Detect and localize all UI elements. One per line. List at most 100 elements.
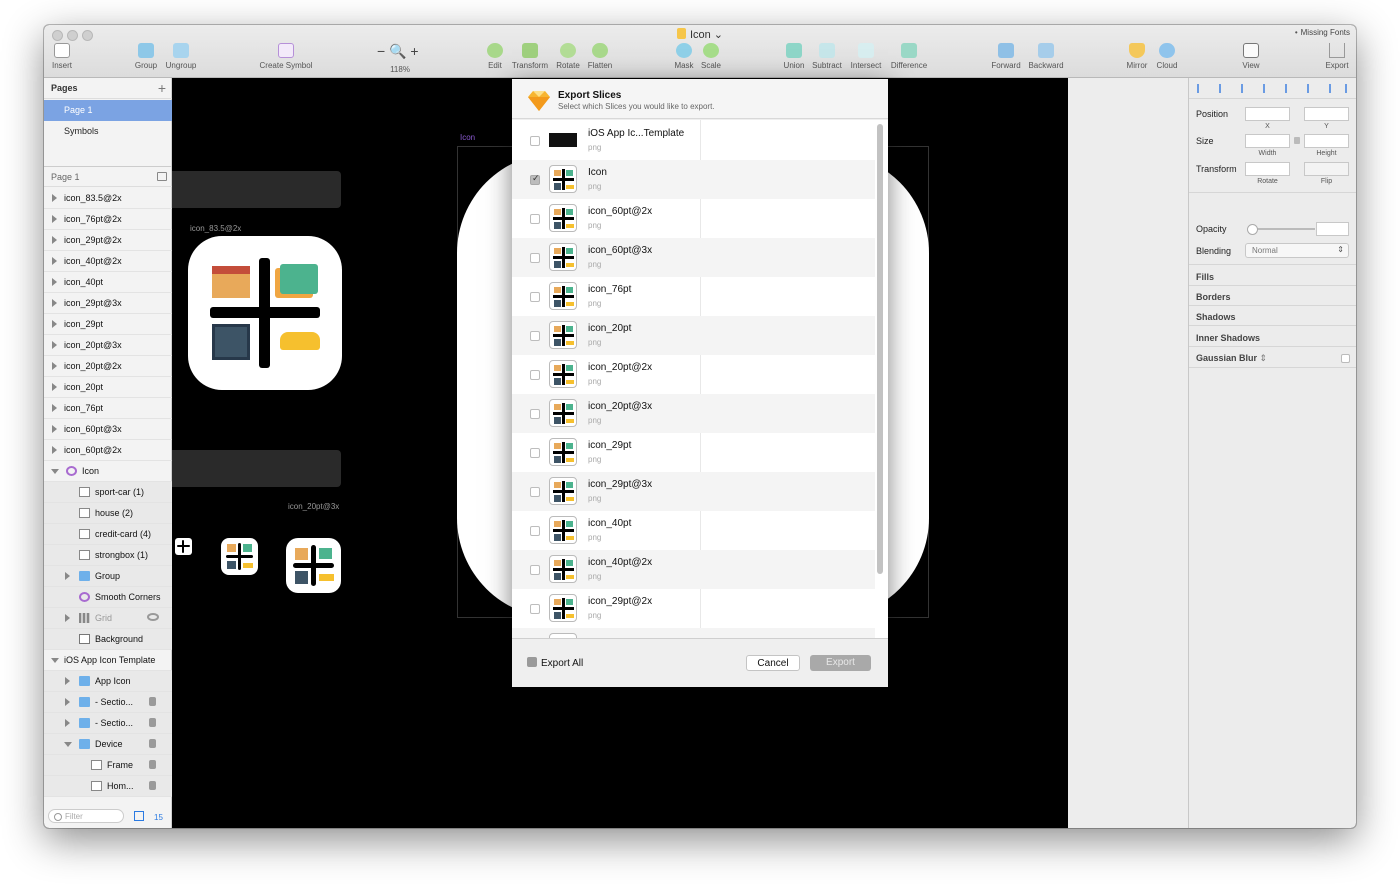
layer-row[interactable]: icon_29pt@3x [44,293,172,314]
layer-row[interactable]: Device [44,734,172,755]
position-y-field[interactable] [1304,107,1349,121]
borders-section[interactable]: Borders [1196,292,1231,302]
disclosure-icon[interactable] [52,257,57,265]
slice-checkbox[interactable] [530,448,540,458]
layer-row[interactable]: - Sectio... [44,692,172,713]
disclosure-icon[interactable] [65,698,70,706]
disclosure-icon[interactable] [52,362,57,370]
slice-row[interactable]: icon_29pt@2x png [512,589,875,628]
layer-row[interactable]: Frame [44,755,172,776]
app-icon-preview[interactable] [286,538,341,593]
export-button[interactable]: Export [810,655,871,671]
slice-row[interactable]: Icon png [512,160,875,199]
layer-row[interactable]: Group [44,566,172,587]
disclosure-icon[interactable] [65,677,70,685]
slice-checkbox[interactable] [530,604,540,614]
slice-row[interactable]: icon_20pt@3x png [512,394,875,433]
slice-checkbox[interactable] [530,526,540,536]
backward-button[interactable]: Backward [1016,43,1076,70]
layer-row[interactable]: icon_29pt@2x [44,230,172,251]
flatten-button[interactable]: Flatten [570,43,630,70]
disclosure-icon[interactable] [52,320,57,328]
disclosure-icon[interactable] [52,341,57,349]
slice-checkbox[interactable] [530,565,540,575]
slice-row[interactable]: icon_60pt@3x png [512,238,875,277]
slice-row[interactable]: icon_29pt png [512,433,875,472]
disclosure-icon[interactable] [52,446,57,454]
slice-row[interactable]: icon_40pt@2x png [512,550,875,589]
page-item-symbols[interactable]: Symbols [44,121,172,142]
fills-section[interactable]: Fills [1196,272,1214,282]
layer-row[interactable]: icon_83.5@2x [44,188,172,209]
layer-row[interactable]: App Icon [44,671,172,692]
filter-input[interactable]: Filter [48,809,124,823]
slice-row[interactable]: icon_20pt png [512,316,875,355]
slice-checkbox[interactable] [530,331,540,341]
add-page-icon[interactable]: + [158,80,166,96]
slice-checkbox[interactable] [530,487,540,497]
opacity-field[interactable] [1316,222,1349,236]
artboard-label[interactable]: Icon [460,133,475,142]
disclosure-icon[interactable] [52,425,57,433]
layer-row[interactable]: strongbox (1) [44,545,172,566]
slice-checkbox[interactable] [530,292,540,302]
cloud-button[interactable]: Cloud [1137,43,1197,70]
slice-checkbox[interactable] [530,409,540,419]
layer-row[interactable]: icon_20pt [44,377,172,398]
app-icon-preview[interactable] [221,538,258,575]
slice-row[interactable]: iOS App Ic...Template png [512,121,875,160]
slice-list[interactable]: iOS App Ic...TemplatepngIconpngicon_60pt… [512,120,888,639]
layer-row[interactable]: - Sectio... [44,713,172,734]
scale-button[interactable]: Scale [681,43,741,70]
layer-row[interactable]: Smooth Corners [44,587,172,608]
align-bottom-icon[interactable] [1329,84,1337,93]
chevron-updown-icon[interactable]: ⇕ [1260,353,1268,363]
ungroup-button[interactable]: Ungroup [151,43,211,70]
align-center-icon[interactable] [1219,84,1227,93]
distribute-vertical-icon[interactable] [1345,84,1353,93]
slice-checkbox[interactable] [530,173,540,185]
layer-count[interactable]: 15 [134,811,163,822]
create-symbol-button[interactable]: Create Symbol [256,43,316,70]
height-field[interactable] [1304,134,1349,148]
slice-checkbox[interactable] [530,136,540,146]
flip-control[interactable] [1304,162,1349,176]
blending-select[interactable]: Normal [1245,243,1349,258]
rotate-field[interactable] [1245,162,1290,176]
slice-row[interactable]: icon_60pt@2x png [512,199,875,238]
lock-icon[interactable] [149,781,156,790]
insert-button[interactable]: Insert [44,43,92,70]
align-right-icon[interactable] [1241,84,1249,93]
layer-row[interactable]: Grid [44,608,172,629]
slice-row[interactable]: icon_76pt png [512,277,875,316]
inner-shadows-section[interactable]: Inner Shadows [1196,333,1260,343]
position-x-field[interactable] [1245,107,1290,121]
slice-row[interactable]: icon_20pt@2x png [512,355,875,394]
layer-row[interactable]: icon_40pt [44,272,172,293]
slice-row[interactable]: icon_29pt@3x png [512,472,875,511]
layer-row[interactable]: icon_60pt@3x [44,419,172,440]
layer-row[interactable]: Icon [44,461,172,482]
disclosure-icon[interactable] [52,383,57,391]
distribute-icon[interactable] [1263,84,1271,93]
layer-row[interactable]: icon_76pt@2x [44,209,172,230]
layer-row[interactable]: Hom... [44,776,172,797]
disclosure-icon[interactable] [65,719,70,727]
page-item-page-1[interactable]: Page 1 [44,100,172,121]
align-left-icon[interactable] [1197,84,1205,93]
layer-row[interactable]: icon_40pt@2x [44,251,172,272]
align-middle-icon[interactable] [1307,84,1315,93]
lock-icon[interactable] [149,739,156,748]
lock-icon[interactable] [149,718,156,727]
export-toolbar-button[interactable]: Export [1307,43,1356,70]
slice-checkbox[interactable] [530,214,540,224]
export-all-checkbox[interactable]: Export All [527,657,583,669]
difference-button[interactable]: Difference [879,43,939,70]
gaussian-blur-checkbox[interactable] [1341,354,1350,363]
lock-ratio-icon[interactable] [1294,137,1300,144]
disclosure-icon[interactable] [52,194,57,202]
layer-row[interactable]: sport-car (1) [44,482,172,503]
zoom-control[interactable]: − 🔍 + [377,43,423,60]
layer-row[interactable]: credit-card (4) [44,524,172,545]
layer-row[interactable]: Background [44,629,172,650]
